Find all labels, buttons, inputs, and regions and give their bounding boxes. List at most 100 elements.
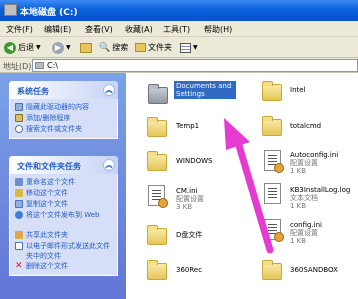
hide-icon	[15, 103, 23, 111]
folder-up-icon	[80, 42, 92, 53]
system-tasks-title: 系统任务	[17, 87, 49, 96]
item-size: 1 KB	[290, 237, 307, 245]
toolbar: ◀ 后退 ▼ ▶ ▼ 🔍 搜索 文件夹 ▼	[0, 37, 358, 58]
views-icon	[180, 42, 191, 53]
item-name: Temp1	[176, 122, 200, 130]
item-name: KB3InstallLog.log	[290, 186, 351, 194]
forward-arrow-icon: ▶	[52, 41, 64, 54]
task-share[interactable]: 共享此文件夹	[15, 230, 114, 241]
folders-button[interactable]: 文件夹	[135, 40, 172, 55]
explorer-window: 本地磁盘 (C:) 文件(F) 编辑(E) 查看(V) 收藏(A) 工具(T) …	[0, 0, 358, 299]
collapse-icon[interactable]: ︽	[103, 84, 115, 96]
delete-icon: ✕	[15, 261, 23, 271]
address-field[interactable]: C:\	[32, 59, 358, 72]
task-publish-web[interactable]: 将这个文件发布到 Web	[15, 210, 114, 230]
menu-help[interactable]: 帮助(H)	[204, 24, 232, 35]
drive-small-icon	[35, 62, 44, 69]
task-search-files[interactable]: 搜索文件或文件夹	[15, 124, 114, 135]
title-bar[interactable]: 本地磁盘 (C:)	[0, 0, 358, 21]
gear-icon	[274, 232, 284, 242]
address-label: 地址(D)	[3, 62, 32, 71]
file-tasks-header[interactable]: 文件和文件夹任务 ︽	[9, 156, 118, 174]
task-delete[interactable]: ✕ 删除这个文件	[15, 261, 114, 272]
task-move[interactable]: 移动这个文件	[15, 188, 114, 199]
item-name: config.ini	[290, 221, 322, 229]
folder-icon	[147, 260, 167, 280]
views-button[interactable]: ▼	[180, 40, 198, 55]
item-name: totalcmd	[290, 122, 322, 130]
item-name: 360SANDBOX	[290, 266, 338, 274]
programs-icon	[15, 114, 23, 122]
text-file-icon	[264, 183, 281, 204]
task-label: 隐藏此驱动器的内容	[26, 103, 89, 111]
task-label: 以电子邮件形式发送此文件夹中的文件	[26, 242, 110, 260]
gear-icon	[274, 163, 284, 173]
menu-view[interactable]: 查看(V)	[85, 24, 113, 35]
item-name: WINDOWS	[176, 157, 213, 165]
folders-icon	[135, 43, 146, 52]
task-add-remove-programs[interactable]: 添加/删除程序	[15, 113, 114, 124]
item-name: Intel	[290, 86, 306, 94]
email-icon	[15, 242, 23, 250]
file-tasks-list: 重命名这个文件 移动这个文件 复制这个文件 将这个文件发布到 Web 共享此文件…	[9, 174, 118, 276]
system-tasks-panel: 系统任务 ︽ 隐藏此驱动器的内容 添加/删除程序 搜索文件或文件夹	[9, 81, 118, 139]
item-name: CM.ini	[176, 187, 198, 195]
search-icon: 🔍	[99, 42, 111, 53]
item-desc: 配置设置	[290, 229, 318, 237]
globe-icon	[15, 211, 23, 219]
menu-edit[interactable]: 编辑(E)	[44, 24, 71, 35]
forward-button[interactable]: ▶ ▼	[52, 40, 71, 55]
search-icon	[15, 125, 23, 133]
ini-file-icon	[264, 219, 284, 242]
back-button[interactable]: ◀ 后退 ▼	[4, 40, 41, 55]
share-icon	[15, 231, 23, 239]
views-dropdown-icon: ▼	[193, 44, 198, 51]
collapse-icon[interactable]: ︽	[103, 159, 115, 171]
task-copy[interactable]: 复制这个文件	[15, 199, 114, 210]
dropdown-arrow-icon: ▼	[36, 44, 41, 51]
file-list: Documents and Settings Intel Temp1 total…	[126, 73, 358, 299]
menu-favorites[interactable]: 收藏(A)	[125, 24, 153, 35]
system-tasks-list: 隐藏此驱动器的内容 添加/删除程序 搜索文件或文件夹	[9, 99, 118, 139]
task-label: 共享此文件夹	[26, 231, 68, 239]
window-title: 本地磁盘 (C:)	[20, 8, 78, 18]
task-label: 搜索文件或文件夹	[26, 125, 82, 133]
folder-icon	[262, 116, 282, 136]
item-name: Documents and Settings	[174, 81, 236, 99]
ini-file-icon	[148, 185, 168, 208]
item-size: 1 KB	[290, 167, 307, 175]
task-email[interactable]: 以电子邮件形式发送此文件夹中的文件	[15, 241, 114, 261]
item-name: 360Rec	[176, 266, 203, 274]
folders-label: 文件夹	[148, 43, 172, 52]
folder-icon	[147, 117, 167, 137]
file-tasks-title: 文件和文件夹任务	[17, 162, 81, 171]
task-pane: 系统任务 ︽ 隐藏此驱动器的内容 添加/删除程序 搜索文件或文件夹 文件和文件夹…	[0, 73, 126, 299]
task-rename[interactable]: 重命名这个文件	[15, 177, 114, 188]
move-icon	[15, 189, 23, 197]
task-hide-drive-contents[interactable]: 隐藏此驱动器的内容	[15, 102, 114, 113]
back-arrow-icon: ◀	[4, 41, 16, 54]
file-tasks-panel: 文件和文件夹任务 ︽ 重命名这个文件 移动这个文件 复制这个文件 将这个文件发布…	[9, 156, 118, 276]
system-tasks-header[interactable]: 系统任务 ︽	[9, 81, 118, 99]
item-desc: 配置设置	[290, 159, 318, 167]
item-name: D盘文件	[176, 231, 203, 239]
task-label: 删除这个文件	[26, 262, 68, 270]
rename-icon	[15, 178, 23, 186]
address-bar: 地址(D) C:\	[0, 58, 358, 73]
folder-icon	[147, 225, 167, 245]
folder-icon	[147, 151, 167, 171]
folder-icon	[148, 84, 168, 104]
item-desc: 配置设置	[176, 195, 204, 203]
task-label: 重命名这个文件	[26, 178, 75, 186]
drive-icon	[4, 4, 17, 16]
task-label: 添加/删除程序	[26, 114, 71, 122]
ini-file-icon	[264, 150, 284, 173]
up-button[interactable]	[80, 40, 92, 55]
gear-icon	[158, 198, 168, 208]
copy-icon	[15, 200, 23, 208]
menu-file[interactable]: 文件(F)	[6, 24, 33, 35]
search-button[interactable]: 🔍 搜索	[99, 40, 128, 55]
menu-tools[interactable]: 工具(T)	[163, 24, 190, 35]
item-size: 1 KB	[290, 202, 307, 210]
search-label: 搜索	[112, 43, 129, 52]
